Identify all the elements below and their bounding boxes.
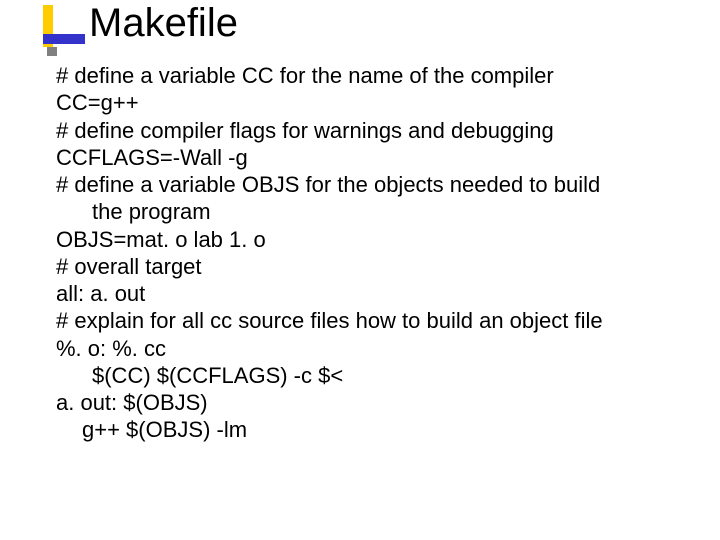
code-line: # overall target (56, 253, 676, 280)
code-line: # explain for all cc source files how to… (56, 307, 676, 334)
code-line-continuation: the program (56, 198, 676, 225)
code-line: a. out: $(OBJS) (56, 389, 676, 416)
code-line: %. o: %. cc (56, 335, 676, 362)
code-line: all: a. out (56, 280, 676, 307)
code-line: OBJS=mat. o lab 1. o (56, 226, 676, 253)
slide: Makefile # define a variable CC for the … (0, 0, 720, 540)
code-line: # define a variable CC for the name of t… (56, 62, 676, 89)
code-line: # define compiler flags for warnings and… (56, 117, 676, 144)
code-line: CCFLAGS=-Wall -g (56, 144, 676, 171)
slide-title: Makefile (89, 1, 238, 46)
code-line: # define a variable OBJS for the objects… (56, 171, 676, 198)
code-line-indented: g++ $(OBJS) -lm (56, 416, 676, 443)
title-bullet-decor (43, 5, 85, 47)
code-line: CC=g++ (56, 89, 676, 116)
slide-body: # define a variable CC for the name of t… (56, 62, 676, 444)
code-line-indented: $(CC) $(CCFLAGS) -c $< (56, 362, 676, 389)
